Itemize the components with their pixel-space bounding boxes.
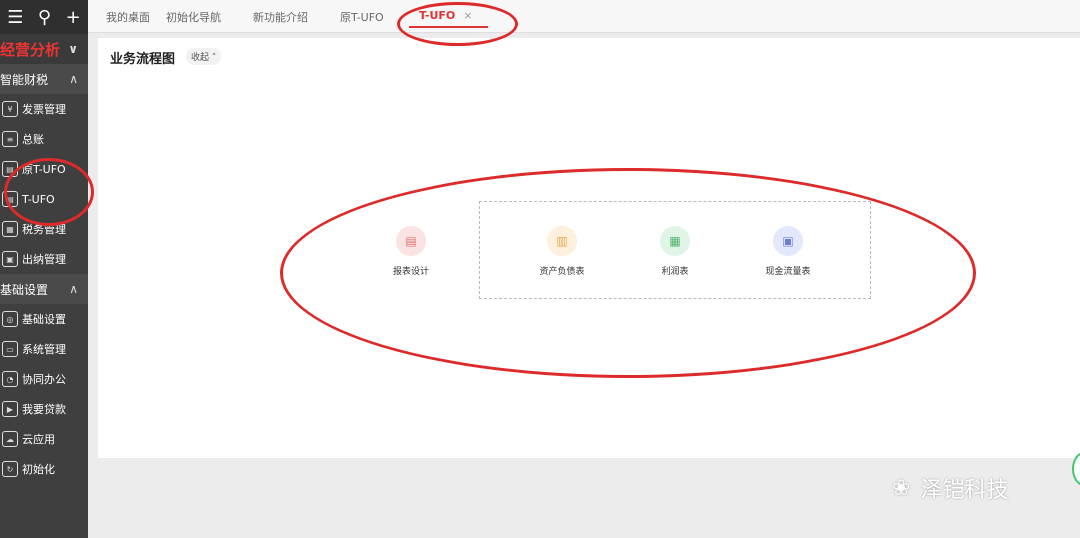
add-icon[interactable]: +	[66, 7, 81, 28]
sidebar-item-cloud[interactable]: ☁ 云应用	[0, 424, 88, 454]
report-icon: ▤	[2, 191, 18, 207]
sidebar-item-loan[interactable]: ▶ 我要贷款	[0, 394, 88, 424]
search-icon[interactable]: ⚲	[38, 7, 51, 28]
tax-icon: ▦	[2, 221, 18, 237]
tab-desktop[interactable]: 我的桌面	[106, 9, 150, 25]
income-statement-icon: ▦	[660, 226, 690, 256]
system-icon: ▭	[2, 341, 18, 357]
ledger-icon: ≡	[2, 131, 18, 147]
tab-new-features[interactable]: 新功能介绍	[253, 9, 308, 25]
section-zhineng[interactable]: 智能财税 ∧	[0, 64, 88, 94]
cloud-icon: ☁	[2, 431, 18, 447]
page-title: 业务流程图	[110, 52, 176, 67]
wechat-icon: ❀	[892, 475, 911, 501]
cash-flow-icon: ▣	[773, 226, 803, 256]
func-income-statement[interactable]: ▦ 利润表	[635, 226, 715, 277]
chevron-up-icon: ∧	[69, 72, 78, 86]
func-balance-sheet[interactable]: ▥ 资产负债表	[522, 226, 602, 277]
chevron-down-icon: ∨	[68, 42, 78, 56]
settings-icon: ◎	[2, 311, 18, 327]
tab-tufo[interactable]: T-UFO ×	[409, 9, 489, 28]
watermark: ❀ 泽铠科技	[892, 475, 1009, 504]
init-icon: ↻	[2, 461, 18, 477]
sidebar: ☰ ⚲ + 经营分析 ∨ 智能财税 ∧ ¥ 发票管理 ≡ 总账 ▤ 原T-UFO ▤ T…	[0, 0, 88, 538]
func-cash-flow[interactable]: ▣ 现金流量表	[748, 226, 828, 277]
menu-icon[interactable]: ☰	[7, 7, 23, 28]
cashier-icon: ▣	[2, 251, 18, 267]
sidebar-item-ledger[interactable]: ≡ 总账	[0, 124, 88, 154]
sidebar-item-tufo[interactable]: ▤ T-UFO	[0, 184, 88, 214]
chevron-up-icon: ∧	[69, 282, 78, 296]
active-tab-underline	[409, 26, 489, 28]
tab-bar: 我的桌面 初始化导航 新功能介绍 原T-UFO T-UFO ×	[88, 0, 1080, 33]
business-flow-panel: 业务流程图 收起 ˄ ▤ 报表设计 ▥ 资产负债表 ▦ 利润表 ▣ 现金流量表	[98, 38, 1080, 458]
sidebar-item-system[interactable]: ▭ 系统管理	[0, 334, 88, 364]
sidebar-item-tax[interactable]: ▦ 税务管理	[0, 214, 88, 244]
office-icon: ◔	[2, 371, 18, 387]
sidebar-item-office[interactable]: ◔ 协同办公	[0, 364, 88, 394]
report-design-icon: ▤	[396, 226, 426, 256]
func-report-design[interactable]: ▤ 报表设计	[371, 226, 451, 277]
sidebar-item-basic-settings[interactable]: ◎ 基础设置	[0, 304, 88, 334]
sidebar-toolbar: ☰ ⚲ +	[0, 0, 88, 34]
balance-sheet-icon: ▥	[547, 226, 577, 256]
loan-icon: ▶	[2, 401, 18, 417]
tab-old-tufo[interactable]: 原T-UFO	[340, 9, 384, 25]
section-jingying[interactable]: 经营分析 ∨	[0, 34, 88, 64]
invoice-icon: ¥	[2, 101, 18, 117]
sidebar-item-init[interactable]: ↻ 初始化	[0, 454, 88, 484]
tab-init-nav[interactable]: 初始化导航	[166, 9, 221, 25]
section-jichu[interactable]: 基础设置 ∧	[0, 274, 88, 304]
sidebar-item-old-tufo[interactable]: ▤ 原T-UFO	[0, 154, 88, 184]
report-icon: ▤	[2, 161, 18, 177]
sidebar-item-cashier[interactable]: ▣ 出纳管理	[0, 244, 88, 274]
collapse-button[interactable]: 收起 ˄	[186, 48, 222, 65]
close-icon[interactable]: ×	[463, 9, 472, 22]
sidebar-item-invoice[interactable]: ¥ 发票管理	[0, 94, 88, 124]
